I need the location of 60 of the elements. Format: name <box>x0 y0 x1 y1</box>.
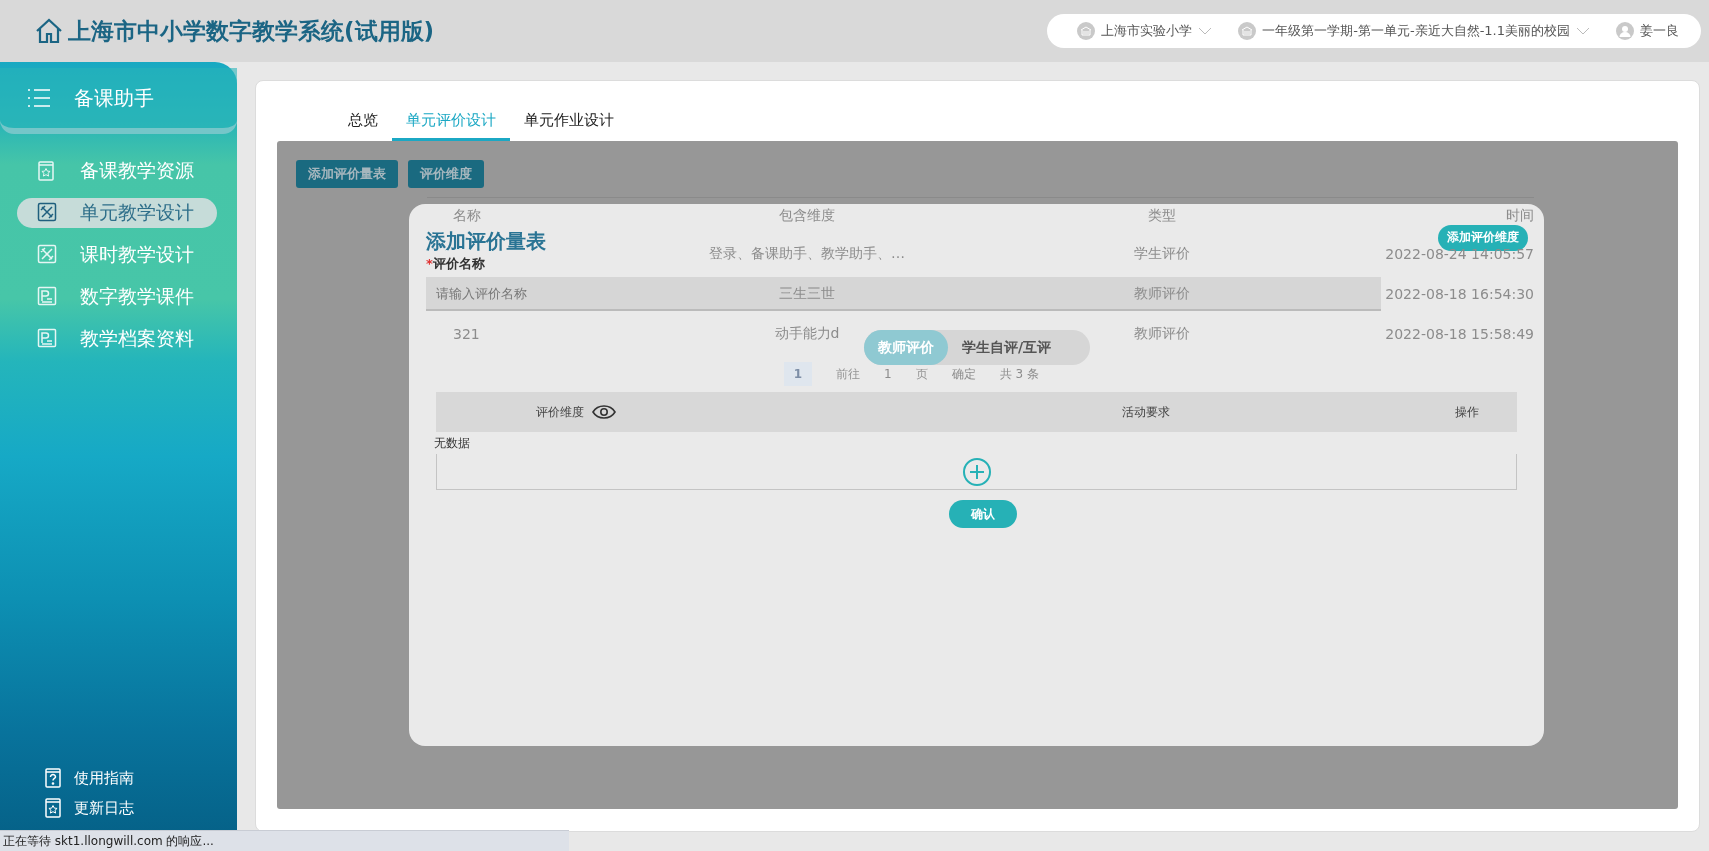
column-header: 活动要求 <box>1122 403 1170 421</box>
building-icon <box>1077 22 1096 40</box>
pencil-ruler-icon <box>37 244 57 266</box>
table-cell-text: 教师评价 <box>1133 285 1191 303</box>
pencil-ruler-icon <box>37 202 57 224</box>
empty-message: 无数据 <box>434 435 471 452</box>
sidebar-link[interactable]: 使用指南 <box>44 767 237 789</box>
page-input[interactable]: 1 <box>884 367 892 381</box>
table-cell-text: 动手能力d <box>773 325 841 343</box>
help-icon <box>44 767 62 789</box>
building-icon <box>1238 22 1257 40</box>
table-cell-text: 登录、备课助手、教学助手、… <box>708 245 906 263</box>
toolbar-button[interactable]: 评价维度 <box>408 160 484 188</box>
dialog-title: 添加评价量表 <box>426 228 546 255</box>
sidebar-item[interactable]: 单元教学设计 <box>17 198 217 228</box>
page-number[interactable]: 1 <box>784 362 812 386</box>
home-icon <box>34 17 64 45</box>
status-bar: 正在等待 skt1.llongwill.com 的响应... <box>0 830 569 851</box>
user-menu[interactable]: 姜一良 <box>1616 22 1679 40</box>
menu-icon <box>26 87 52 109</box>
tab[interactable]: 单元作业设计 <box>510 111 628 141</box>
sidebar-item[interactable]: 数字教学课件 <box>17 282 217 312</box>
sidebar-header: 备课助手 <box>0 68 237 134</box>
chevron-down-icon <box>1576 26 1590 36</box>
field-label: 评价名称 <box>432 256 485 271</box>
slides-icon <box>37 286 57 308</box>
table-cell-text: 321 <box>452 326 481 342</box>
table-cell-text: 学生评价 <box>1133 245 1191 263</box>
total-count: 共 3 条 <box>999 365 1039 383</box>
table-cell-text: 2022-08-18 16:54:30 <box>1384 286 1534 302</box>
column-header: 类型 <box>1147 207 1177 225</box>
page-unit: 页 <box>915 365 928 383</box>
table-cell-text: 教师评价 <box>1133 325 1191 343</box>
tab[interactable]: 总览 <box>334 111 392 141</box>
eye-icon <box>592 404 616 420</box>
column-header: 名称 <box>452 207 482 225</box>
slides-icon <box>37 328 57 350</box>
table-cell-text: 三生三世 <box>778 285 836 303</box>
app-title: 上海市中小学数字教学系统(试用版) <box>68 16 435 46</box>
column-header: 时间 <box>1505 207 1534 225</box>
user-avatar-icon <box>1616 22 1634 40</box>
sidebar-item[interactable]: 教学档案资料 <box>17 324 217 354</box>
sidebar-item[interactable]: 课时教学设计 <box>17 240 217 270</box>
context-dropdown[interactable]: 一年级第一学期-第一单元-亲近大自然-1.1美丽的校园 <box>1238 22 1590 40</box>
goto-confirm-link[interactable]: 确定 <box>951 365 976 383</box>
confirm-button[interactable]: 确认 <box>949 500 1017 528</box>
required-mark: * <box>426 256 433 271</box>
table-cell-text: 2022-08-18 15:58:49 <box>1384 326 1534 342</box>
sidebar-link[interactable]: 更新日志 <box>44 797 237 819</box>
goto-label: 前往 <box>836 365 860 383</box>
segment-tab[interactable]: 教师评价 <box>864 330 948 365</box>
chevron-down-icon <box>1198 26 1213 36</box>
column-header: 评价维度 <box>536 403 584 421</box>
segment-tab[interactable]: 学生自评/互评 <box>948 330 1066 365</box>
toolbar-button[interactable]: 添加评价量表 <box>296 160 398 188</box>
column-header: 包含维度 <box>778 207 836 225</box>
plus-circle-icon <box>961 456 992 487</box>
sidebar-item[interactable]: 备课教学资源 <box>17 156 217 186</box>
column-header: 操作 <box>1454 403 1479 421</box>
context-dropdown[interactable]: 上海市实验小学 <box>1077 22 1213 40</box>
